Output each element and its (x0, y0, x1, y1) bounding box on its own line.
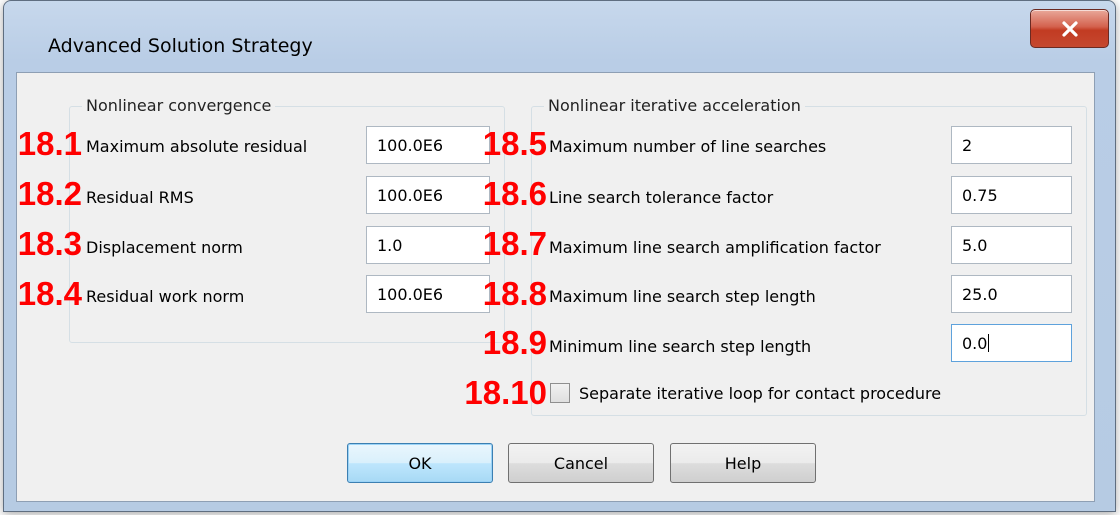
annotation-18-2: 18.2 (17, 175, 82, 212)
dialog-client-area: Nonlinear convergence Nonlinear iterativ… (16, 72, 1095, 502)
residual-work-norm-label: Residual work norm (86, 287, 245, 306)
line-search-tolerance-label: Line search tolerance factor (549, 188, 774, 207)
close-icon (1061, 20, 1078, 37)
annotation-18-8: 18.8 (482, 275, 547, 312)
annotation-18-4: 18.4 (17, 275, 82, 312)
cancel-button[interactable]: Cancel (508, 443, 654, 483)
min-step-length-label: Minimum line search step length (549, 337, 812, 356)
dialog-title: Advanced Solution Strategy (48, 35, 313, 57)
line-search-tolerance-input[interactable]: 0.75 (951, 176, 1072, 214)
annotation-18-7: 18.7 (482, 225, 547, 262)
annotation-18-6: 18.6 (482, 175, 547, 212)
residual-rms-label: Residual RMS (86, 188, 194, 207)
help-button[interactable]: Help (670, 443, 816, 483)
max-amplification-factor-input[interactable]: 5.0 (951, 226, 1072, 264)
close-button[interactable] (1030, 9, 1109, 48)
annotation-18-10: 18.10 (464, 374, 547, 411)
displacement-norm-label: Displacement norm (86, 238, 243, 257)
acceleration-group-title: Nonlinear iterative acceleration (544, 96, 805, 115)
max-line-searches-label: Maximum number of line searches (549, 137, 827, 156)
annotation-18-1: 18.1 (17, 125, 82, 162)
max-step-length-label: Maximum line search step length (549, 287, 816, 306)
min-step-length-input[interactable]: 0.0 (951, 324, 1072, 362)
annotation-18-5: 18.5 (482, 125, 547, 162)
contact-loop-checkbox[interactable] (550, 383, 570, 403)
annotation-18-9: 18.9 (482, 324, 547, 361)
convergence-group-title: Nonlinear convergence (82, 96, 276, 115)
ok-button[interactable]: OK (347, 443, 493, 483)
max-line-searches-input[interactable]: 2 (951, 126, 1072, 164)
max-absolute-residual-label: Maximum absolute residual (86, 137, 308, 156)
contact-loop-checkbox-label[interactable]: Separate iterative loop for contact proc… (579, 384, 941, 403)
annotation-18-3: 18.3 (17, 225, 82, 262)
max-step-length-input[interactable]: 25.0 (951, 275, 1072, 313)
max-amplification-factor-label: Maximum line search amplification factor (549, 238, 881, 257)
